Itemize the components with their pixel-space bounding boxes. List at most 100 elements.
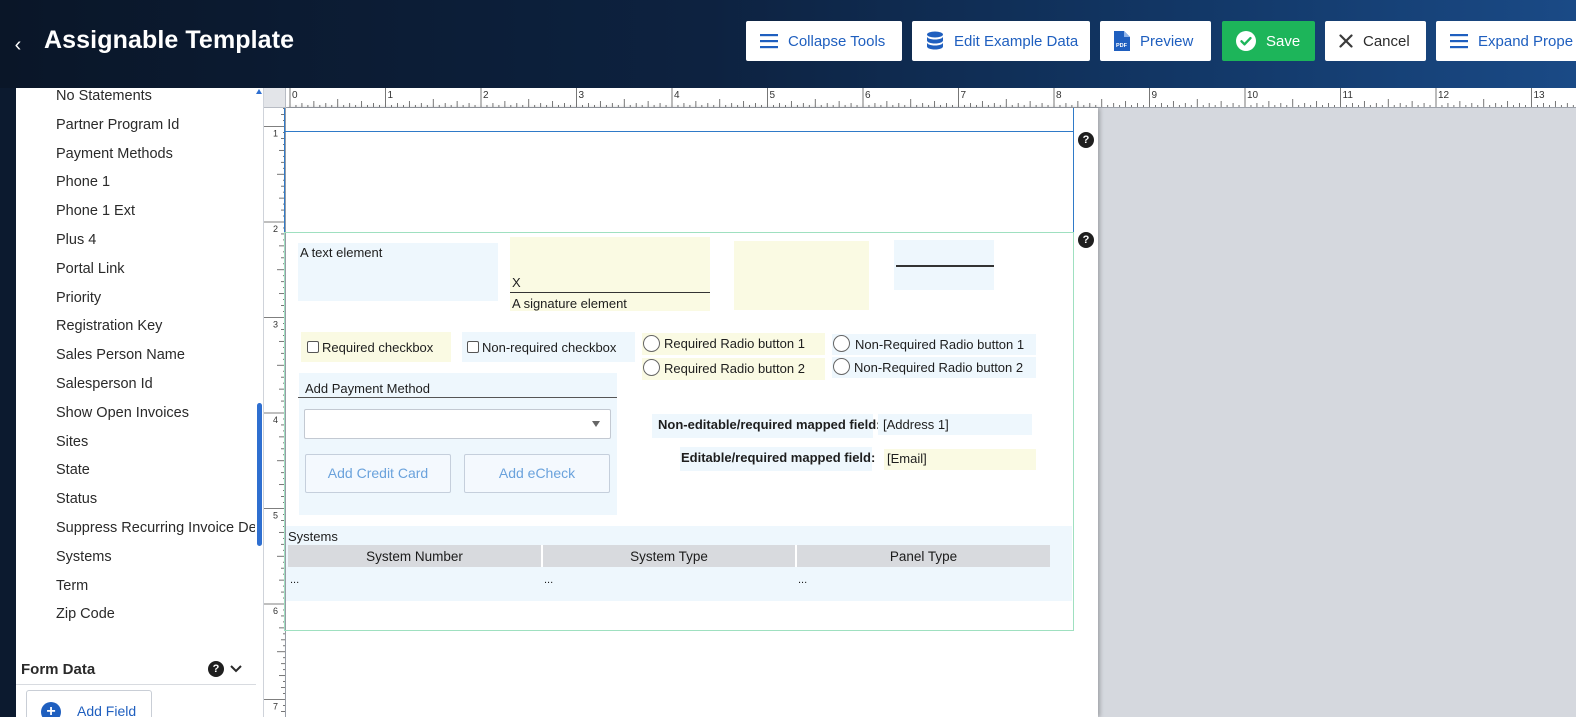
sidebar-strip bbox=[0, 88, 16, 717]
blank-editable-element[interactable] bbox=[734, 241, 869, 310]
form-data-heading: Form Data bbox=[21, 661, 96, 678]
column-header: System Type bbox=[542, 545, 797, 567]
edit-mapped-label: Editable/required mapped field: bbox=[681, 450, 876, 465]
ruler-label: 11 bbox=[1343, 90, 1354, 101]
field-item[interactable]: Zip Code bbox=[56, 606, 115, 622]
ruler-label: 4 bbox=[674, 90, 680, 101]
text-element-label: A text element bbox=[300, 245, 383, 260]
ruler-label: 5 bbox=[273, 511, 278, 521]
scroll-up-arrow-icon[interactable] bbox=[256, 89, 262, 94]
help-icon[interactable]: ? bbox=[208, 661, 224, 677]
field-item[interactable]: Plus 4 bbox=[56, 232, 96, 248]
sidebar-scroll-thumb[interactable] bbox=[257, 403, 262, 546]
nonrequired-radio-1[interactable] bbox=[833, 335, 850, 352]
preview-button[interactable]: PDF Preview bbox=[1100, 21, 1211, 61]
section-top-continuation[interactable] bbox=[284, 108, 1074, 131]
ruler-label: 2 bbox=[483, 90, 489, 101]
field-item[interactable]: Phone 1 Ext bbox=[56, 203, 135, 219]
field-item[interactable]: Sales Person Name bbox=[56, 347, 185, 363]
nonrequired-checkbox-label: Non-required checkbox bbox=[482, 340, 617, 355]
ruler-label: 1 bbox=[388, 90, 394, 101]
required-radio-2-label: Required Radio button 2 bbox=[664, 361, 805, 376]
add-field-label: Add Field bbox=[77, 703, 137, 717]
menu-icon bbox=[1450, 34, 1468, 49]
ruler-label: 6 bbox=[273, 606, 278, 616]
column-header: System Number bbox=[288, 545, 543, 567]
ruler-label: 6 bbox=[865, 90, 871, 101]
required-checkbox[interactable] bbox=[307, 341, 319, 353]
field-item[interactable]: Salesperson Id bbox=[56, 376, 153, 392]
field-item[interactable]: Partner Program Id bbox=[56, 117, 179, 133]
systems-table-title: Systems bbox=[288, 529, 338, 544]
app-header: ‹ Assignable Template Collapse Tools Edi… bbox=[0, 0, 1576, 88]
field-item[interactable]: Term bbox=[56, 578, 88, 594]
field-item[interactable]: Payment Methods bbox=[56, 146, 173, 162]
preview-label: Preview bbox=[1140, 32, 1194, 50]
pdf-icon: PDF bbox=[1114, 31, 1130, 51]
nonrequired-radio-2-label: Non-Required Radio button 2 bbox=[854, 360, 1024, 375]
add-field-button[interactable]: + Add Field bbox=[26, 690, 152, 717]
ruler-label: 8 bbox=[1056, 90, 1062, 101]
template-page[interactable]: ? ? A text element X A signature element… bbox=[284, 108, 1098, 717]
required-checkbox-label: Required checkbox bbox=[322, 340, 434, 355]
ruler-label: 3 bbox=[579, 90, 585, 101]
database-icon bbox=[927, 31, 943, 50]
menu-icon bbox=[760, 34, 778, 49]
signature-label: A signature element bbox=[512, 296, 627, 311]
field-item[interactable]: Suppress Recurring Invoice Del bbox=[56, 520, 255, 536]
ruler-label: 4 bbox=[273, 415, 278, 425]
table-cell: ... bbox=[290, 574, 300, 586]
nonedit-mapped-label: Non-editable/required mapped field: bbox=[658, 417, 881, 432]
field-item[interactable]: Systems bbox=[56, 549, 112, 565]
nonrequired-checkbox[interactable] bbox=[467, 341, 479, 353]
table-row: ... ... ... bbox=[288, 567, 1050, 593]
ruler-label: 13 bbox=[1534, 90, 1546, 101]
field-item[interactable]: Sites bbox=[56, 434, 88, 450]
ruler-label: 3 bbox=[273, 320, 278, 330]
payment-method-select[interactable] bbox=[304, 409, 611, 439]
save-label: Save bbox=[1266, 32, 1301, 50]
cancel-label: Cancel bbox=[1363, 32, 1410, 50]
edit-example-data-button[interactable]: Edit Example Data bbox=[912, 21, 1090, 61]
field-item[interactable]: Portal Link bbox=[56, 261, 125, 277]
cancel-button[interactable]: Cancel bbox=[1325, 21, 1426, 61]
required-radio-1[interactable] bbox=[643, 335, 660, 352]
table-header-row: System Number System Type Panel Type bbox=[288, 545, 1050, 567]
edit-mapped-value: [Email] bbox=[887, 451, 927, 466]
field-item[interactable]: Phone 1 bbox=[56, 174, 110, 190]
add-credit-card-button[interactable]: Add Credit Card bbox=[305, 454, 451, 493]
add-payment-method-label: Add Payment Method bbox=[305, 381, 431, 396]
help-icon[interactable]: ? bbox=[1078, 232, 1094, 248]
check-circle-icon bbox=[1236, 31, 1256, 51]
field-item[interactable]: Status bbox=[56, 491, 97, 507]
ruler-label: 7 bbox=[961, 90, 967, 101]
expand-properties-button[interactable]: Expand Prope bbox=[1436, 21, 1576, 61]
save-button[interactable]: Save bbox=[1222, 21, 1315, 61]
svg-text:PDF: PDF bbox=[1116, 43, 1128, 49]
help-icon[interactable]: ? bbox=[1078, 132, 1094, 148]
page-title: Assignable Template bbox=[44, 26, 295, 54]
horizontal-ruler: 0 1 2 3 4 5 6 7 8 9 10 11 12 13 bbox=[286, 88, 1576, 108]
ruler-corner bbox=[264, 88, 286, 108]
field-item[interactable]: Show Open Invoices bbox=[56, 405, 189, 421]
field-item[interactable]: Priority bbox=[56, 290, 101, 306]
table-cell: ... bbox=[798, 574, 808, 586]
table-cell: ... bbox=[544, 574, 554, 586]
chevron-down-icon[interactable] bbox=[230, 664, 242, 674]
field-item[interactable]: No Statements bbox=[56, 88, 152, 104]
required-radio-2[interactable] bbox=[643, 359, 660, 376]
ruler-label: 9 bbox=[1152, 90, 1158, 101]
nonrequired-radio-2[interactable] bbox=[833, 358, 850, 375]
field-item[interactable]: Registration Key bbox=[56, 318, 162, 334]
field-item[interactable]: State bbox=[56, 462, 90, 478]
column-header: Panel Type bbox=[796, 545, 1050, 567]
divider bbox=[16, 684, 256, 685]
collapse-tools-button[interactable]: Collapse Tools bbox=[746, 21, 902, 61]
add-echeck-button[interactable]: Add eCheck bbox=[464, 454, 610, 493]
horizontal-line bbox=[896, 265, 994, 267]
chevron-left-icon[interactable]: ‹ bbox=[10, 32, 26, 58]
section-blank[interactable] bbox=[284, 131, 1074, 233]
signature-x: X bbox=[512, 275, 521, 290]
design-canvas[interactable]: 0 1 2 3 4 5 6 7 8 9 10 11 12 13 1234567 ? ? A text el… bbox=[264, 88, 1576, 717]
nonedit-mapped-value: [Address 1] bbox=[883, 417, 949, 432]
